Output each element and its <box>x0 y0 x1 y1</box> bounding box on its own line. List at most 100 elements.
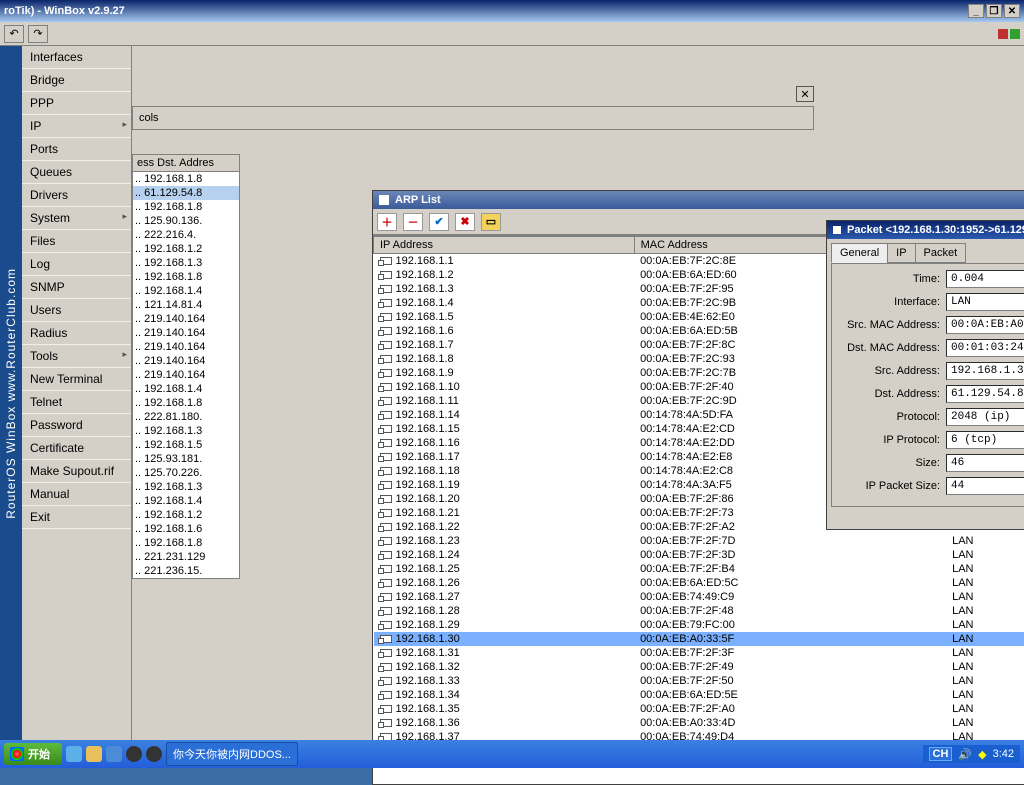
language-indicator[interactable]: CH <box>929 747 953 761</box>
dst-row[interactable]: .. 192.168.1.6 <box>133 522 239 536</box>
menu-item-log[interactable]: Log <box>22 253 131 276</box>
field-value: 61.129.54.81:30810 <box>946 385 1024 403</box>
quicklaunch-explorer-icon[interactable] <box>86 746 102 762</box>
menu-item-drivers[interactable]: Drivers <box>22 184 131 207</box>
arp-row[interactable]: 192.168.1.3300:0A:EB:7F:2F:50LAN <box>374 674 1024 688</box>
tab-strip[interactable]: cols <box>132 106 814 130</box>
packet-tab-general[interactable]: General <box>831 243 888 263</box>
menu-item-files[interactable]: Files <box>22 230 131 253</box>
dst-row[interactable]: .. 192.168.1.8 <box>133 200 239 214</box>
arp-row[interactable]: 192.168.1.2400:0A:EB:7F:2F:3DLAN <box>374 548 1024 562</box>
arp-row[interactable]: 192.168.1.3400:0A:EB:6A:ED:5ELAN <box>374 688 1024 702</box>
dst-row[interactable]: .. 125.93.181. <box>133 452 239 466</box>
arp-row[interactable]: 192.168.1.3600:0A:EB:A0:33:4DLAN <box>374 716 1024 730</box>
arp-row[interactable]: 192.168.1.2300:0A:EB:7F:2F:7DLAN <box>374 534 1024 548</box>
taskbar-item[interactable]: 你今天你被内网DDOS... <box>166 742 298 766</box>
dst-row[interactable]: .. 222.216.4. <box>133 228 239 242</box>
remove-button[interactable]: － <box>403 213 423 231</box>
arp-row[interactable]: 192.168.1.2500:0A:EB:7F:2F:B4LAN <box>374 562 1024 576</box>
dst-row[interactable]: .. 61.129.54.8 <box>133 186 239 200</box>
comment-button[interactable]: ▭ <box>481 213 501 231</box>
packet-window-title[interactable]: Packet <192.168.1.30:1952->61.129.54... … <box>827 221 1024 239</box>
add-button[interactable]: ＋ <box>377 213 397 231</box>
dst-row[interactable]: .. 125.90.136. <box>133 214 239 228</box>
menu-item-users[interactable]: Users <box>22 299 131 322</box>
menu-item-tools[interactable]: Tools▸ <box>22 345 131 368</box>
menu-item-bridge[interactable]: Bridge <box>22 69 131 92</box>
menu-item-ip[interactable]: IP▸ <box>22 115 131 138</box>
enable-button[interactable]: ✔ <box>429 213 449 231</box>
dst-row[interactable]: .. 192.168.1.8 <box>133 396 239 410</box>
packet-tab-ip[interactable]: IP <box>887 243 915 263</box>
menu-item-ppp[interactable]: PPP <box>22 92 131 115</box>
menu-item-radius[interactable]: Radius <box>22 322 131 345</box>
arp-col-header[interactable]: IP Address <box>374 237 635 254</box>
packet-field: Size:46 <box>836 454 1024 472</box>
packet-field: Dst. Address:61.129.54.81:30810 <box>836 385 1024 403</box>
dst-row[interactable]: .. 192.168.1.2 <box>133 508 239 522</box>
dst-row[interactable]: .. 221.236.15. <box>133 564 239 578</box>
dst-row[interactable]: .. 219.140.164 <box>133 326 239 340</box>
close-button[interactable]: ✕ <box>1004 4 1020 18</box>
disable-button[interactable]: ✖ <box>455 213 475 231</box>
undo-button[interactable]: ↶ <box>4 25 24 43</box>
dst-row[interactable]: .. 192.168.1.3 <box>133 424 239 438</box>
menu-item-manual[interactable]: Manual <box>22 483 131 506</box>
dst-address-table[interactable]: ess Dst. Addres.. 192.168.1.8.. 61.129.5… <box>132 154 240 579</box>
clock[interactable]: 3:42 <box>993 748 1014 760</box>
dst-row[interactable]: .. 192.168.1.4 <box>133 494 239 508</box>
dst-row[interactable]: .. 192.168.1.8 <box>133 270 239 284</box>
menu-item-telnet[interactable]: Telnet <box>22 391 131 414</box>
menu-item-queues[interactable]: Queues <box>22 161 131 184</box>
arp-row[interactable]: 192.168.1.3500:0A:EB:7F:2F:A0LAN <box>374 702 1024 716</box>
dst-row[interactable]: .. 192.168.1.4 <box>133 284 239 298</box>
menu-item-exit[interactable]: Exit <box>22 506 131 529</box>
quicklaunch-ie-icon[interactable] <box>66 746 82 762</box>
dst-row[interactable]: .. 192.168.1.3 <box>133 256 239 270</box>
arp-row[interactable]: 192.168.1.2600:0A:EB:6A:ED:5CLAN <box>374 576 1024 590</box>
dst-row[interactable]: .. 219.140.164 <box>133 354 239 368</box>
dst-row[interactable]: .. 221.231.129 <box>133 550 239 564</box>
arp-row[interactable]: 192.168.1.3100:0A:EB:7F:2F:3FLAN <box>374 646 1024 660</box>
dst-row[interactable]: .. 219.140.164 <box>133 340 239 354</box>
menu-item-ports[interactable]: Ports <box>22 138 131 161</box>
panel-close-button[interactable]: ✕ <box>796 86 814 102</box>
dst-row[interactable]: .. 121.14.81.4 <box>133 298 239 312</box>
arp-row[interactable]: 192.168.1.2800:0A:EB:7F:2F:48LAN <box>374 604 1024 618</box>
quicklaunch-qq-icon[interactable] <box>126 746 142 762</box>
menu-item-certificate[interactable]: Certificate <box>22 437 131 460</box>
minimize-button[interactable]: _ <box>968 4 984 18</box>
menu-item-new-terminal[interactable]: New Terminal <box>22 368 131 391</box>
menu-item-system[interactable]: System▸ <box>22 207 131 230</box>
redo-button[interactable]: ↷ <box>28 25 48 43</box>
tab-cols[interactable]: cols <box>139 112 159 124</box>
dst-row[interactable]: .. 219.140.164 <box>133 312 239 326</box>
dst-row[interactable]: .. 192.168.1.8 <box>133 172 239 186</box>
packet-tab-packet[interactable]: Packet <box>915 243 967 263</box>
menu-item-interfaces[interactable]: Interfaces <box>22 46 131 69</box>
dst-row[interactable]: .. 219.140.164 <box>133 368 239 382</box>
dst-table-header[interactable]: ess Dst. Addres <box>133 155 239 172</box>
quicklaunch-app-icon[interactable] <box>106 746 122 762</box>
dst-row[interactable]: .. 192.168.1.2 <box>133 242 239 256</box>
dst-row[interactable]: .. 125.70.226. <box>133 466 239 480</box>
tray-volume-icon[interactable]: 🔊 <box>958 748 972 761</box>
start-button[interactable]: 开始 <box>4 743 62 765</box>
arp-row[interactable]: 192.168.1.3200:0A:EB:7F:2F:49LAN <box>374 660 1024 674</box>
menu-item-snmp[interactable]: SNMP <box>22 276 131 299</box>
arp-row[interactable]: 192.168.1.3000:0A:EB:A0:33:5FLAN <box>374 632 1024 646</box>
menu-item-password[interactable]: Password <box>22 414 131 437</box>
arp-row[interactable]: 192.168.1.2900:0A:EB:79:FC:00LAN <box>374 618 1024 632</box>
dst-row[interactable]: .. 222.81.180. <box>133 410 239 424</box>
quicklaunch-qq-icon[interactable] <box>146 746 162 762</box>
maximize-button[interactable]: ❐ <box>986 4 1002 18</box>
arp-row[interactable]: 192.168.1.2700:0A:EB:74:49:C9LAN <box>374 590 1024 604</box>
dst-row[interactable]: .. 192.168.1.5 <box>133 438 239 452</box>
arp-window-title[interactable]: ARP List <box>373 191 1024 209</box>
tray-shield-icon[interactable]: ◆ <box>978 748 986 761</box>
dst-row[interactable]: .. 192.168.1.3 <box>133 480 239 494</box>
packet-field: Dst. MAC Address:00:01:03:24:2B:8D <box>836 339 1024 357</box>
menu-item-make-supout-rif[interactable]: Make Supout.rif <box>22 460 131 483</box>
dst-row[interactable]: .. 192.168.1.8 <box>133 536 239 550</box>
dst-row[interactable]: .. 192.168.1.4 <box>133 382 239 396</box>
